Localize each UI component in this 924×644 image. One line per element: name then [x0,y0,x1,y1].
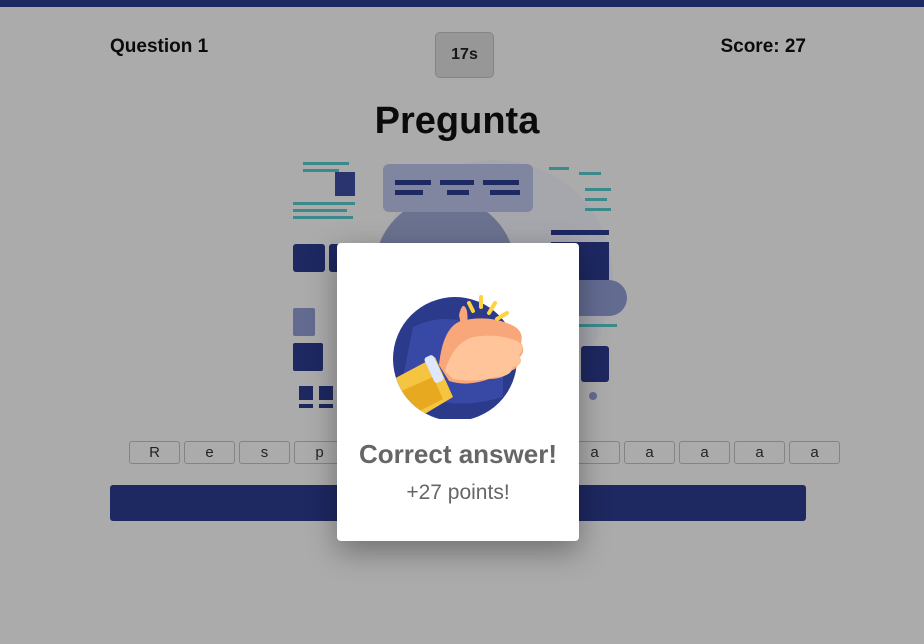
result-title: Correct answer! [359,439,557,469]
points-earned: +27 points! [406,481,510,504]
clapping-hands-icon [393,295,524,419]
result-modal: Correct answer! +27 points! [337,243,579,541]
